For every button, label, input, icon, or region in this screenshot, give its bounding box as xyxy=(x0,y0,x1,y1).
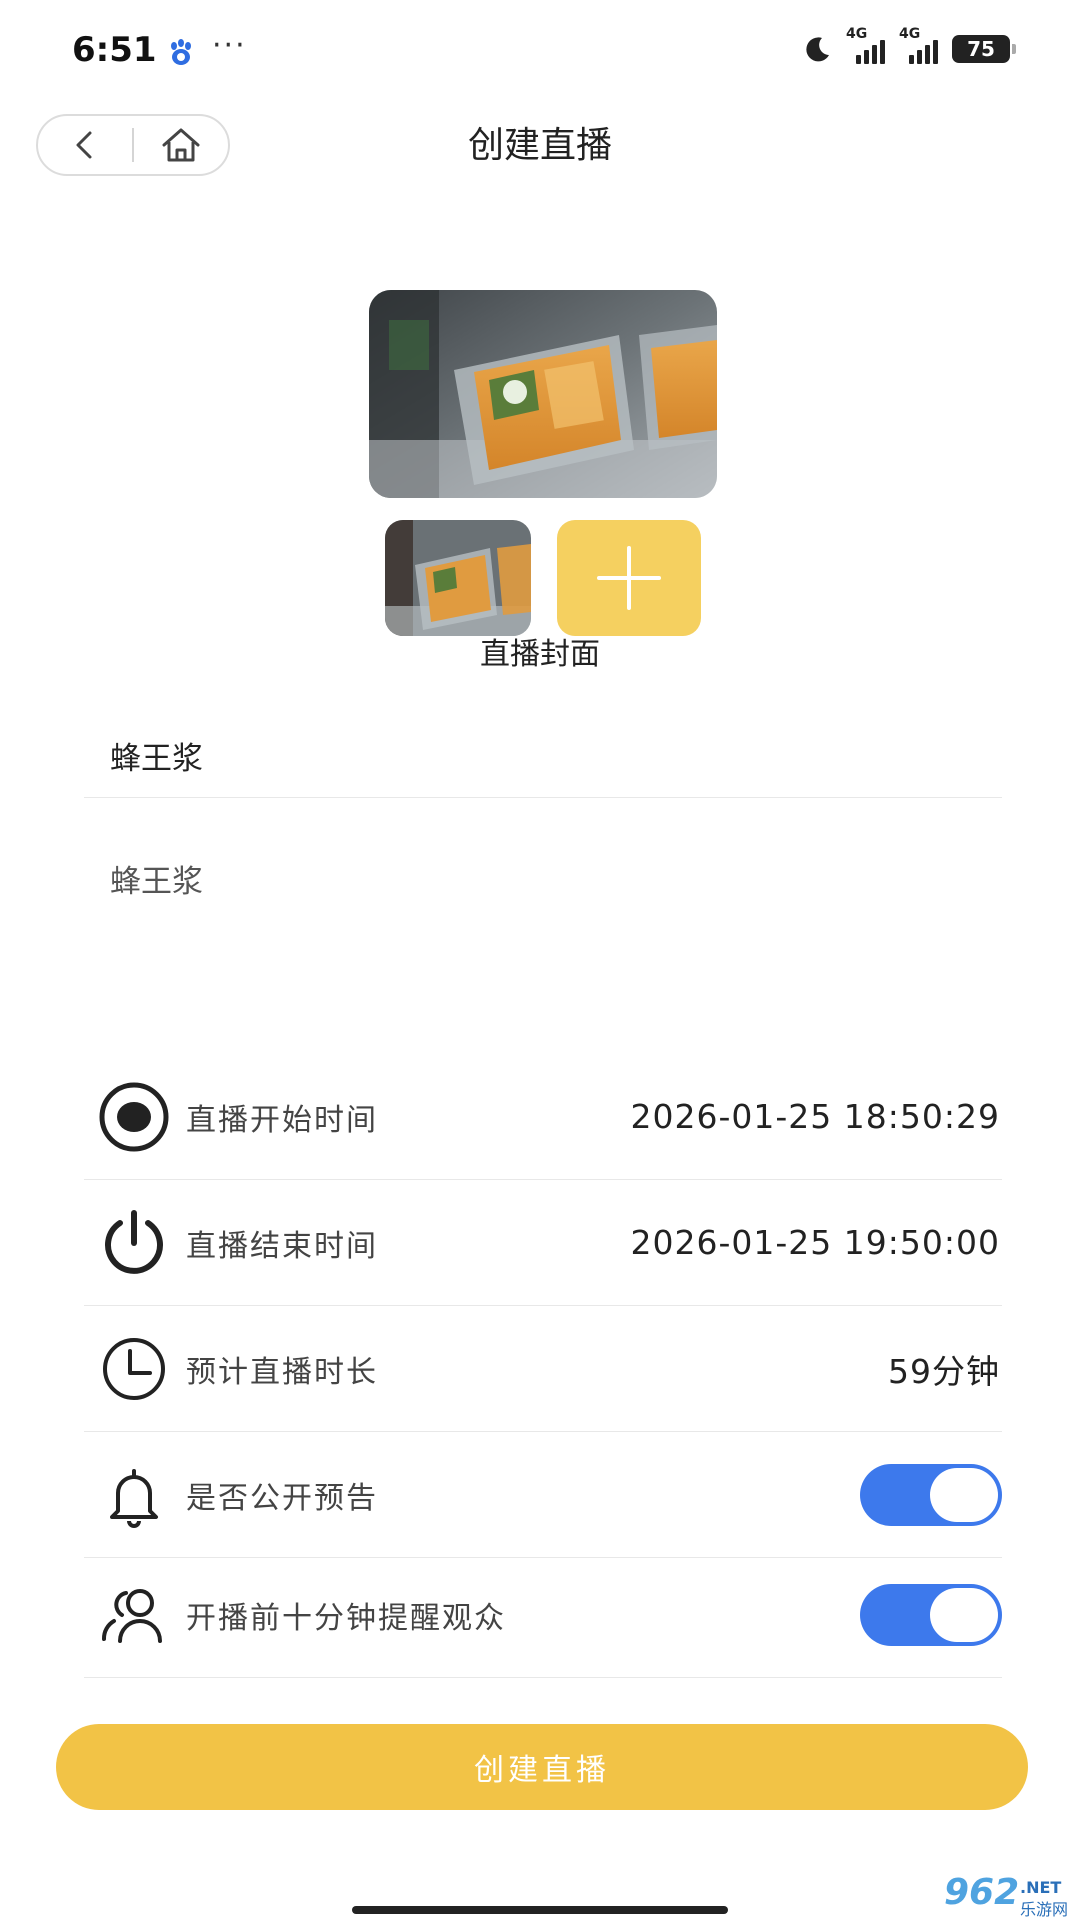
remind-audience-label: 开播前十分钟提醒观众 xyxy=(186,1600,506,1636)
live-title-input[interactable] xyxy=(84,724,1002,786)
start-time-value: 2026-01-25 18:50:29 xyxy=(630,1097,1000,1136)
users-icon xyxy=(98,1579,170,1651)
page-title: 创建直播 xyxy=(467,125,612,166)
baidu-app-icon xyxy=(171,39,191,65)
cover-image-main[interactable] xyxy=(369,290,717,498)
duration-value: 59分钟 xyxy=(888,1351,1000,1391)
remind-audience-row: 开播前十分钟提醒观众 xyxy=(84,1552,1002,1678)
toggle-knob xyxy=(930,1587,998,1642)
public-preview-toggle[interactable] xyxy=(860,1463,1002,1526)
start-time-label: 直播开始时间 xyxy=(186,1102,378,1138)
live-description-input[interactable]: 蜂王浆 xyxy=(84,852,1002,1012)
status-bar: 6:51 ··· 4G 4G 75 xyxy=(0,0,1080,104)
status-time: 6:51 xyxy=(72,30,157,70)
start-time-row[interactable]: 直播开始时间 2026-01-25 18:50:29 xyxy=(84,1054,1002,1180)
watermark-domain: .NET xyxy=(1020,1878,1062,1897)
power-icon xyxy=(98,1207,170,1279)
watermark-number: 962 xyxy=(944,1872,1020,1913)
public-preview-row: 是否公开预告 xyxy=(84,1432,1002,1558)
duration-label: 预计直播时长 xyxy=(186,1354,378,1390)
end-time-label: 直播结束时间 xyxy=(186,1228,378,1264)
plus-icon xyxy=(597,546,661,610)
cover-thumbnail-photo xyxy=(385,520,531,636)
record-icon xyxy=(98,1081,170,1153)
bell-icon xyxy=(98,1459,170,1531)
watermark-site: 乐游网 xyxy=(1020,1900,1069,1919)
description-field-container: 蜂王浆 xyxy=(84,852,1002,1012)
clock-icon xyxy=(98,1333,170,1405)
duration-row: 预计直播时长 59分钟 xyxy=(84,1306,1002,1432)
create-live-button[interactable]: 创建直播 xyxy=(56,1724,1028,1810)
battery-indicator: 75 xyxy=(952,35,1016,63)
cover-thumbnail[interactable] xyxy=(385,520,531,636)
signal-2: 4G xyxy=(899,26,938,64)
signal-1: 4G xyxy=(846,26,885,64)
status-more-dots: ··· xyxy=(212,28,247,63)
cover-label: 直播封面 xyxy=(480,637,600,672)
title-field-container xyxy=(84,724,1002,798)
do-not-disturb-icon xyxy=(806,37,829,62)
cover-photo xyxy=(369,290,717,498)
end-time-value: 2026-01-25 19:50:00 xyxy=(630,1223,1000,1262)
add-cover-button[interactable] xyxy=(557,520,701,636)
end-time-row[interactable]: 直播结束时间 2026-01-25 19:50:00 xyxy=(84,1180,1002,1306)
watermark-logo: 962 .NET 乐游网 xyxy=(944,1872,1078,1919)
home-indicator[interactable] xyxy=(352,1906,728,1914)
toggle-knob xyxy=(930,1467,998,1522)
remind-audience-toggle[interactable] xyxy=(860,1583,1002,1646)
status-indicators: 4G 4G 75 xyxy=(802,26,1016,64)
public-preview-label: 是否公开预告 xyxy=(186,1480,378,1516)
